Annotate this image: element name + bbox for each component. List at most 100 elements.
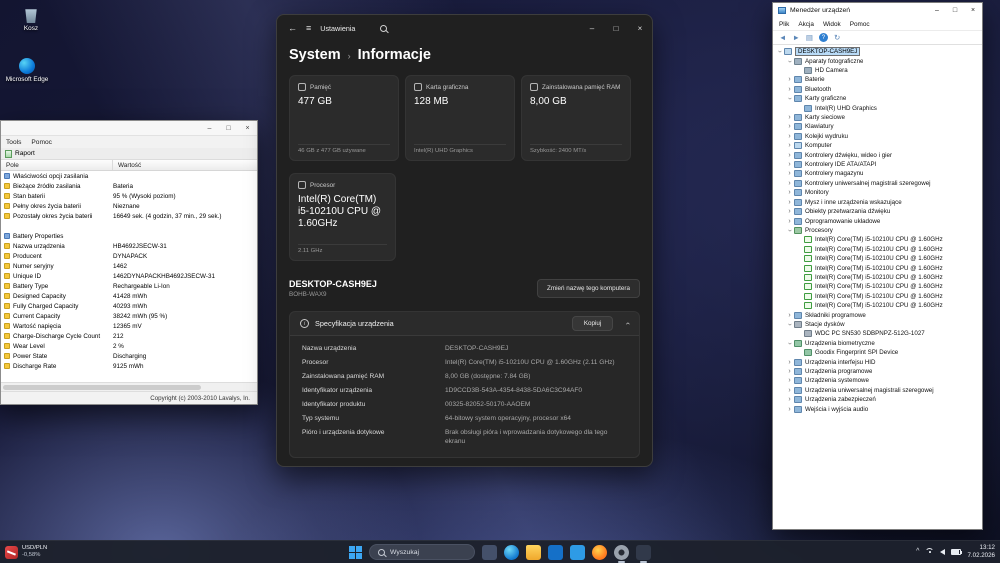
tree-item[interactable]: Intel(R) Core(TM) i5-10210U CPU @ 1.60GH… [773,235,982,244]
start-button[interactable] [349,545,362,559]
volume-icon[interactable] [940,549,946,555]
minimize-icon[interactable]: – [200,121,219,135]
expander-icon[interactable]: › [786,359,793,366]
expander-icon[interactable]: › [786,321,793,328]
battery-row[interactable]: Wear Level 2 % [1,341,257,351]
menu-akcja[interactable]: Akcja [798,21,814,28]
maximize-icon[interactable]: □ [604,15,628,41]
expander-icon[interactable]: › [786,199,793,206]
tree-item[interactable]: › Oprogramowanie układowe [773,216,982,225]
close-icon[interactable]: × [238,121,257,135]
tree-item[interactable]: › Wejścia i wyjścia audio [773,404,982,413]
expander-icon[interactable]: › [786,152,793,159]
battery-row[interactable]: Current Capacity 38242 mWh (95 %) [1,311,257,321]
expander-icon[interactable]: › [786,387,793,394]
expander-icon[interactable]: › [786,114,793,121]
tree-item[interactable]: › Karty graficzne [773,94,982,103]
tree-item[interactable]: › Urządzenia zabezpieczeń [773,395,982,404]
search-icon[interactable] [380,24,388,32]
expander-icon[interactable]: › [786,95,793,102]
tree-item[interactable]: › DESKTOP-CASH9EJ [773,47,982,57]
expander-icon[interactable]: › [786,86,793,93]
taskbar-search[interactable]: Wyszukaj [369,544,475,560]
clock[interactable]: 13:12 7.02.2026 [967,544,995,560]
tree-item[interactable]: › Urządzenia programowe [773,367,982,376]
battery-icon[interactable] [951,549,963,555]
rename-computer-button[interactable]: Zmień nazwę tego komputera [537,279,640,298]
tree-item[interactable]: Intel(R) Core(TM) i5-10210U CPU @ 1.60GH… [773,301,982,310]
battery-row[interactable]: Fully Charged Capacity 40293 mWh [1,301,257,311]
column-header-field[interactable]: Pole [1,160,113,170]
desktop-icon-recycle-bin[interactable]: Kosz [8,8,54,32]
back-icon[interactable]: ◄ [779,33,786,42]
firefox-icon[interactable] [592,544,607,560]
battery-row[interactable]: Designed Capacity 41428 mWh [1,291,257,301]
tree-item[interactable]: › Klawiatury [773,122,982,131]
expander-icon[interactable]: › [786,76,793,83]
horizontal-scrollbar[interactable] [1,382,257,391]
battery-row[interactable] [1,221,257,231]
battery-row[interactable]: Producent DYNAPACK [1,251,257,261]
copy-button[interactable]: Kopiuj [571,316,614,331]
desktop-icon-edge[interactable]: Microsoft Edge [4,58,50,83]
expander-icon[interactable]: › [786,208,793,215]
breadcrumb-system[interactable]: System [289,47,341,63]
forward-icon[interactable]: ► [792,33,799,42]
battery-row[interactable]: Unique ID 1462DYNAPACKHB4692JSECW-31 [1,271,257,281]
hidden-icons-chevron[interactable]: ^ [916,548,919,555]
tree-item[interactable]: Intel(R) Core(TM) i5-10210U CPU @ 1.60GH… [773,263,982,272]
expander-icon[interactable]: › [786,227,793,234]
tree-item[interactable]: Goodix Fingerprint SPI Device [773,348,982,357]
file-explorer-icon[interactable] [526,544,541,560]
tree-item[interactable]: Intel(R) UHD Graphics [773,103,982,112]
battery-row[interactable]: Nazwa urządzenia HB4692JSECW-31 [1,241,257,251]
back-arrow-icon[interactable]: ← [288,23,297,33]
spec-expander-header[interactable]: i Specyfikacja urządzenia Kopiuj › [290,312,639,335]
expander-icon[interactable]: › [786,406,793,413]
tree-item[interactable]: › Kontrolery dźwięku, wideo i gier [773,150,982,159]
battery-row[interactable]: Stan baterii 95 % (Wysoki poziom) [1,191,257,201]
tree-item[interactable]: › Kontrolery magazynu [773,169,982,178]
column-header-value[interactable]: Wartość [113,162,141,169]
report-tab[interactable]: Raport [1,148,257,160]
battery-row[interactable]: Discharge Rate 9125 mWh [1,361,257,371]
expander-icon[interactable]: › [786,58,793,65]
expander-icon[interactable]: › [786,368,793,375]
expander-icon[interactable]: › [786,312,793,319]
expander-icon[interactable]: › [786,189,793,196]
battery-row[interactable]: Power State Discharging [1,351,257,361]
tree-item[interactable]: Intel(R) Core(TM) i5-10210U CPU @ 1.60GH… [773,245,982,254]
scrollbar-thumb[interactable] [3,384,201,390]
tree-item[interactable]: › Baterie [773,75,982,84]
expander-icon[interactable]: › [786,123,793,130]
close-icon[interactable]: × [628,15,652,41]
tree-item[interactable]: › Karty sieciowe [773,113,982,122]
tree-item[interactable]: Intel(R) Core(TM) i5-10210U CPU @ 1.60GH… [773,282,982,291]
tree-item[interactable]: › Bluetooth [773,85,982,94]
expander-icon[interactable]: › [786,340,793,347]
expander-icon[interactable]: › [786,396,793,403]
tree-item[interactable]: › Składniki programowe [773,310,982,319]
device-manager-titlebar[interactable]: Menedżer urządzeń – □ × [773,3,982,18]
battery-row[interactable]: Bieżące źródło zasilania Bateria [1,181,257,191]
tree-item[interactable]: WDC PC SN530 SDBPNPZ-512G-1027 [773,329,982,338]
expander-icon[interactable]: › [786,218,793,225]
tree-item[interactable]: Intel(R) Core(TM) i5-10210U CPU @ 1.60GH… [773,292,982,301]
tree-item[interactable]: Intel(R) Core(TM) i5-10210U CPU @ 1.60GH… [773,273,982,282]
battery-row[interactable]: Właściwości opcji zasilania [1,171,257,181]
network-icon[interactable] [925,547,935,557]
tree-item[interactable]: › Mysz i inne urządzenia wskazujące [773,198,982,207]
tree-item[interactable]: › Urządzenia uniwersalnej magistrali sze… [773,386,982,395]
weather-stocks-widget[interactable]: USD/PLN -0,58% [5,545,47,559]
expander-icon[interactable]: › [786,377,793,384]
battery-row[interactable]: Battery Properties [1,231,257,241]
tree-item[interactable]: › Kolejki wydruku [773,132,982,141]
menu-tools[interactable]: Tools [6,139,21,146]
task-view-icon[interactable] [482,544,497,560]
terminal-icon[interactable] [636,544,651,563]
tree-item[interactable]: › Komputer [773,141,982,150]
help-icon[interactable]: ? [818,33,828,42]
mail-icon[interactable] [570,544,585,560]
menu-plik[interactable]: Plik [779,21,789,28]
battery-row[interactable]: Wartość napięcia 12365 mV [1,321,257,331]
